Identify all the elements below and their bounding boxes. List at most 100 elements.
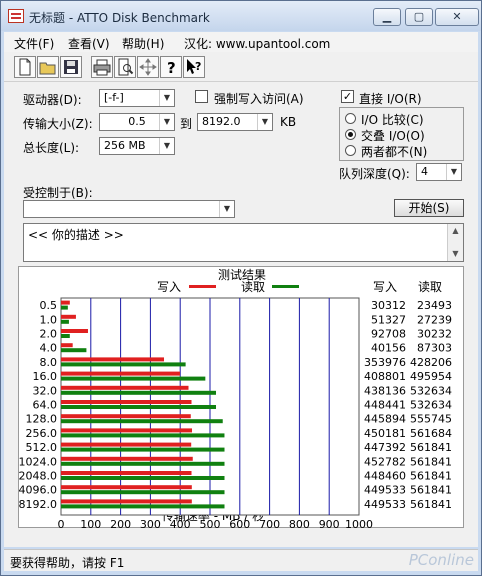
transfer-from-select[interactable]: 0.5 ▼	[99, 113, 175, 131]
title-bar[interactable]: 无标题 - ATTO Disk Benchmark ▁ ▢ ✕	[1, 1, 481, 31]
x-tick-label: 100	[80, 518, 101, 529]
menu-file[interactable]: 文件(F)	[14, 35, 54, 52]
read-bar	[61, 362, 186, 367]
scroll-up-icon[interactable]: ▲	[448, 224, 463, 238]
read-value: 532634	[410, 399, 452, 412]
kb-unit-label: KB	[280, 115, 297, 129]
x-tick-label: 900	[319, 518, 340, 529]
menu-localization[interactable]: 汉化: www.upantool.com	[184, 35, 330, 52]
window-title: 无标题 - ATTO Disk Benchmark	[29, 11, 210, 25]
queue-depth-label: 队列深度(Q):	[339, 167, 410, 181]
write-bar	[61, 371, 180, 376]
help-question-icon[interactable]: ?	[160, 56, 182, 78]
write-value: 452782	[364, 455, 406, 468]
x-tick-label: 400	[170, 518, 191, 529]
description-textarea[interactable]: << 你的描述 >> ▲ ▼	[23, 223, 464, 262]
to-label: 到	[180, 117, 193, 131]
watermark-logo: PConline	[408, 551, 474, 569]
queue-depth-select[interactable]: 4 ▼	[416, 163, 462, 181]
description-text: << 你的描述 >>	[28, 228, 124, 242]
read-bar	[61, 476, 225, 480]
read-value: 561684	[410, 427, 452, 440]
new-file-icon[interactable]	[14, 56, 36, 78]
status-bar: 要获得帮助，请按 F1 PConline	[4, 549, 478, 571]
write-bar	[61, 499, 192, 504]
write-value: 353976	[364, 356, 406, 369]
write-value: 438136	[364, 384, 406, 397]
write-bar	[61, 357, 165, 362]
read-bar	[61, 390, 217, 395]
menu-bar: 文件(F) 查看(V) 帮助(H) 汉化: www.upantool.com	[4, 32, 478, 52]
start-button[interactable]: 开始(S)	[394, 199, 464, 217]
read-value: 27239	[417, 313, 452, 326]
close-button[interactable]: ✕	[435, 8, 479, 26]
write-value: 448460	[364, 470, 406, 483]
read-value: 428206	[410, 356, 452, 369]
write-value: 408801	[364, 370, 406, 383]
write-bar	[61, 329, 88, 333]
menu-view[interactable]: 查看(V)	[68, 35, 110, 52]
chevron-down-icon: ▼	[219, 201, 234, 217]
transfer-to-value: 8192.0	[202, 115, 241, 128]
print-preview-icon[interactable]	[114, 56, 136, 78]
write-bar	[61, 343, 73, 348]
read-value: 495954	[410, 370, 452, 383]
menu-help[interactable]: 帮助(H)	[122, 35, 164, 52]
write-value: 92708	[371, 328, 406, 341]
toolbar: ? ?	[4, 52, 478, 82]
move-cross-icon[interactable]	[137, 56, 159, 78]
drive-select[interactable]: [-f-] ▼	[99, 89, 175, 107]
read-value: 561841	[410, 498, 452, 511]
category-label: 1.0	[40, 313, 58, 326]
category-label: 2048.0	[19, 470, 57, 483]
overlapped-io-radio[interactable]	[345, 129, 356, 140]
chevron-down-icon: ▼	[257, 114, 272, 130]
io-compare-radio[interactable]	[345, 113, 356, 124]
category-label: 1024.0	[19, 455, 57, 468]
force-write-checkbox[interactable]	[195, 90, 208, 103]
read-value: 30232	[417, 328, 452, 341]
maximize-button[interactable]: ▢	[405, 8, 433, 26]
context-help-icon[interactable]: ?	[183, 56, 205, 78]
x-tick-label: 300	[140, 518, 161, 529]
write-bar	[61, 300, 70, 305]
write-bar	[61, 414, 191, 419]
category-label: 4.0	[40, 342, 58, 355]
controlled-by-label: 受控制于(B):	[23, 186, 93, 200]
minimize-button[interactable]: ▁	[373, 8, 401, 26]
category-label: 0.5	[40, 299, 58, 312]
read-bar	[61, 461, 225, 466]
category-label: 64.0	[33, 399, 58, 412]
controlled-by-select[interactable]: ▼	[23, 200, 235, 218]
write-value: 449533	[364, 484, 406, 497]
save-disk-icon[interactable]	[60, 56, 82, 78]
status-text: 要获得帮助，请按 F1	[10, 556, 125, 570]
x-tick-label: 500	[200, 518, 221, 529]
neither-radio[interactable]	[345, 145, 356, 156]
app-window: 无标题 - ATTO Disk Benchmark ▁ ▢ ✕ 文件(F) 查看…	[0, 0, 482, 576]
print-icon[interactable]	[91, 56, 113, 78]
transfer-to-select[interactable]: 8192.0 ▼	[197, 113, 273, 131]
legend-read-swatch	[272, 285, 299, 288]
open-folder-icon[interactable]	[37, 56, 59, 78]
io-compare-label: I/O 比较(C)	[361, 113, 424, 127]
results-panel: 测试结果 写入 读取 写入 读取 传输速率 - MB / 秒 0 100 200 30…	[18, 266, 464, 531]
scroll-down-icon[interactable]: ▼	[448, 247, 463, 261]
category-label: 2.0	[40, 328, 58, 341]
read-value: 561841	[410, 441, 452, 454]
total-length-value: 256 MB	[104, 139, 146, 152]
chevron-down-icon: ▼	[159, 90, 174, 106]
direct-io-checkbox[interactable]: ✓	[341, 90, 354, 103]
read-value: 532634	[410, 384, 452, 397]
category-label: 4096.0	[19, 484, 57, 497]
svg-text:?: ?	[167, 59, 176, 77]
write-value: 447392	[364, 441, 406, 454]
read-bar	[61, 419, 223, 424]
read-bar	[61, 376, 206, 381]
total-length-select[interactable]: 256 MB ▼	[99, 137, 175, 155]
legend-read-label: 读取	[241, 280, 265, 294]
x-tick-label: 0	[58, 518, 65, 529]
description-scrollbar[interactable]: ▲ ▼	[447, 224, 463, 261]
direct-io-label: 直接 I/O(R)	[359, 92, 422, 106]
transfer-from-value: 0.5	[128, 115, 146, 128]
